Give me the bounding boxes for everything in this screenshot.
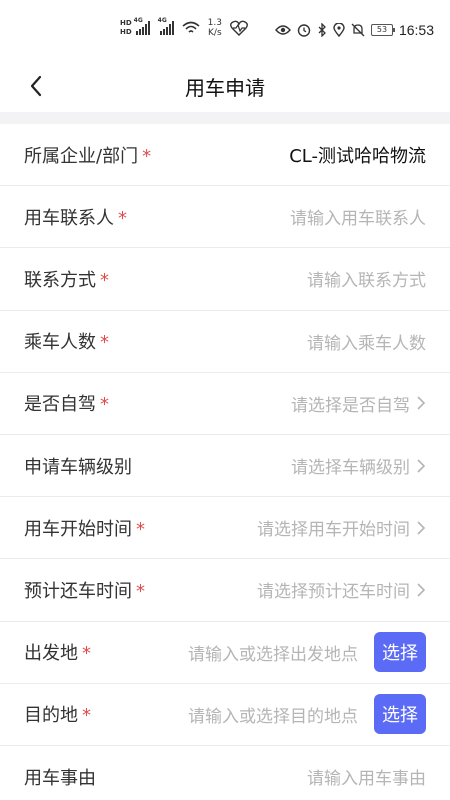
contact-phone-input[interactable]: 请输入联系方式	[307, 266, 426, 291]
departure-label: 出发地 *	[24, 643, 91, 665]
signal-icon-1: 4G	[134, 17, 150, 35]
form-row-department[interactable]: 所属企业/部门 * CL-测试哈哈物流	[0, 124, 450, 187]
departure-input[interactable]: 请输入或选择出发地点	[188, 640, 358, 665]
form-row-self-drive[interactable]: 是否自驾 * 请选择是否自驾	[0, 373, 450, 435]
required-mark: *	[82, 705, 91, 727]
heart-rate-icon	[230, 20, 248, 36]
start-time-label: 用车开始时间 *	[24, 518, 145, 540]
hd-top-label: HD	[120, 19, 132, 27]
section-divider	[0, 112, 450, 124]
chevron-right-icon	[417, 458, 426, 473]
destination-select-button[interactable]: 选择	[374, 694, 426, 735]
self-drive-label: 是否自驾 *	[24, 394, 109, 416]
alarm-icon	[297, 24, 311, 37]
form-row-departure[interactable]: 出发地 * 请输入或选择出发地点 选择	[0, 622, 450, 684]
status-bar-right: 53 16:53	[275, 22, 434, 38]
return-time-select[interactable]: 请选择预计还车时间	[257, 577, 426, 602]
required-mark: *	[136, 580, 145, 602]
form-row-contact-person[interactable]: 用车联系人 * 请输入用车联系人	[0, 186, 450, 249]
destination-input[interactable]: 请输入或选择目的地点	[188, 702, 358, 727]
form-row-vehicle-level[interactable]: 申请车辆级别 请选择车辆级别	[0, 435, 450, 498]
chevron-right-icon	[417, 583, 426, 597]
purpose-input[interactable]: 请输入用车事由	[307, 764, 426, 789]
vehicle-level-placeholder: 请选择车辆级别	[291, 458, 410, 479]
return-time-placeholder: 请选择预计还车时间	[257, 582, 410, 603]
status-bar: HD HD 4G 4G 1.3 K/s 53 16:53	[0, 0, 450, 60]
battery-icon: 53	[370, 24, 395, 36]
purpose-label: 用车事由	[24, 767, 96, 789]
department-value[interactable]: CL-测试哈哈物流	[289, 142, 426, 168]
required-mark: *	[118, 207, 127, 229]
location-icon	[333, 23, 345, 37]
required-mark: *	[100, 332, 109, 354]
mute-icon	[351, 23, 365, 37]
return-time-label: 预计还车时间 *	[24, 580, 145, 602]
hd-indicator: HD HD	[120, 19, 132, 37]
required-mark: *	[82, 643, 91, 665]
hd-bottom-label: HD	[120, 28, 132, 36]
network-speed: 1.3 K/s	[208, 18, 222, 38]
self-drive-placeholder: 请选择是否自驾	[291, 395, 410, 416]
eye-icon	[275, 25, 291, 35]
passenger-count-input[interactable]: 请输入乘车人数	[307, 329, 426, 354]
form-row-start-time[interactable]: 用车开始时间 * 请选择用车开始时间	[0, 497, 450, 560]
battery-level: 53	[376, 25, 388, 34]
self-drive-select[interactable]: 请选择是否自驾	[291, 391, 426, 416]
required-mark: *	[100, 269, 109, 291]
speed-unit: K/s	[208, 28, 222, 38]
contact-phone-label: 联系方式 *	[24, 269, 109, 291]
start-time-placeholder: 请选择用车开始时间	[257, 520, 410, 541]
vehicle-level-label: 申请车辆级别	[24, 456, 132, 478]
passenger-count-label: 乘车人数 *	[24, 332, 109, 354]
contact-person-label: 用车联系人 *	[24, 207, 127, 229]
departure-select-button[interactable]: 选择	[374, 632, 426, 673]
speed-value: 1.3	[207, 18, 222, 28]
clock: 16:53	[398, 22, 434, 38]
wifi-icon	[182, 21, 200, 33]
contact-person-input[interactable]: 请输入用车联系人	[290, 204, 426, 229]
form-row-passenger-count[interactable]: 乘车人数 * 请输入乘车人数	[0, 311, 450, 373]
form-row-purpose[interactable]: 用车事由 请输入用车事由	[0, 746, 450, 800]
chevron-right-icon	[417, 521, 426, 535]
form-row-destination[interactable]: 目的地 * 请输入或选择目的地点 选择	[0, 684, 450, 746]
signal1-tag: 4G	[133, 17, 143, 24]
vehicle-level-select[interactable]: 请选择车辆级别	[291, 453, 426, 478]
destination-label: 目的地 *	[24, 705, 91, 727]
form-row-contact-phone[interactable]: 联系方式 * 请输入联系方式	[0, 248, 450, 311]
page-title: 用车申请	[185, 76, 265, 100]
required-mark: *	[142, 145, 152, 167]
required-mark: *	[100, 394, 109, 416]
chevron-right-icon	[417, 396, 426, 410]
department-label: 所属企业/部门 *	[24, 145, 152, 167]
signal2-tag: 4G	[157, 17, 167, 24]
required-mark: *	[136, 518, 145, 540]
status-bar-left: HD HD 4G 4G 1.3 K/s	[120, 17, 248, 38]
vehicle-request-form: 所属企业/部门 * CL-测试哈哈物流 用车联系人 * 请输入用车联系人 联系方式 *…	[0, 124, 450, 800]
bluetooth-icon	[318, 23, 326, 37]
start-time-select[interactable]: 请选择用车开始时间	[257, 515, 426, 540]
signal-icon-2: 4G	[158, 17, 174, 35]
app-header: 用车申请	[0, 60, 450, 112]
form-row-return-time[interactable]: 预计还车时间 * 请选择预计还车时间	[0, 559, 450, 622]
